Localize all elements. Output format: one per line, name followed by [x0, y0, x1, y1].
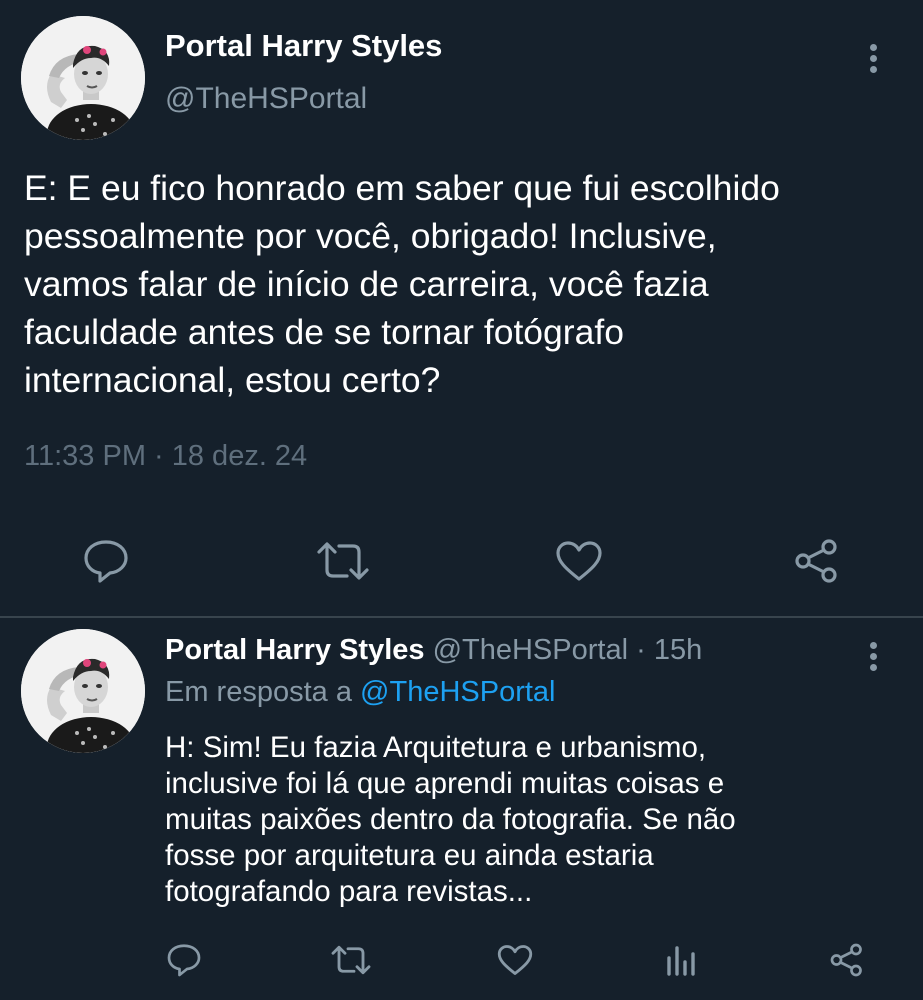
avatar-photo [21, 16, 145, 140]
tweet-text-line: faculdade antes de se tornar fotógrafo [24, 312, 624, 352]
tweet-text: E: E eu fico honrado em saber que fui es… [24, 164, 914, 404]
avatar[interactable] [21, 16, 145, 140]
tweet-text-line: pessoalmente por você, obrigado! Inclusi… [24, 216, 717, 256]
share-icon[interactable] [829, 942, 865, 978]
reply-text: H: Sim! Eu fazia Arquitetura e urbanismo… [165, 730, 905, 910]
separator-dot: · [636, 634, 646, 666]
more-options-icon[interactable] [861, 642, 885, 682]
tweet-text-line: internacional, estou certo? [24, 360, 441, 400]
reply-icon[interactable] [166, 942, 202, 978]
replying-to: Em resposta a @TheHSPortal [165, 676, 556, 709]
author-handle[interactable]: @TheHSPortal [165, 82, 367, 116]
reply-time[interactable]: 15h [654, 634, 702, 666]
reply-text-line: muitas paixões dentro da fotografia. Se … [165, 803, 736, 836]
reply-text-line: H: Sim! Eu fazia Arquitetura e urbanismo… [165, 731, 707, 764]
retweet-icon[interactable] [330, 944, 372, 976]
tweet-text-line: E: E eu fico honrado em saber que fui es… [24, 168, 780, 208]
replying-to-mention[interactable]: @TheHSPortal [360, 676, 555, 708]
tweet-timestamp[interactable]: 11:33 PM · 18 dez. 24 [24, 440, 307, 473]
tweet-text-line: vamos falar de início de carreira, você … [24, 264, 709, 304]
reply-text-line: fotografando para revistas... [165, 875, 533, 908]
more-options-icon[interactable] [861, 44, 885, 84]
avatar-photo [21, 629, 145, 753]
reply-icon[interactable] [82, 538, 130, 584]
reply-text-line: fosse por arquitetura eu ainda estaria [165, 839, 654, 872]
retweet-icon[interactable] [315, 540, 371, 582]
reply-header: Portal Harry Styles @TheHSPortal · 15h [165, 634, 702, 667]
like-icon[interactable] [555, 540, 603, 582]
author-name[interactable]: Portal Harry Styles [165, 28, 442, 64]
share-icon[interactable] [793, 538, 841, 584]
avatar[interactable] [21, 629, 145, 753]
replying-to-label: Em resposta a [165, 676, 352, 708]
author-handle[interactable]: @TheHSPortal [433, 634, 628, 666]
like-icon[interactable] [497, 944, 533, 976]
author-name[interactable]: Portal Harry Styles [165, 634, 425, 666]
reply-text-line: inclusive foi lá que aprendi muitas cois… [165, 767, 725, 800]
reply-tweet[interactable]: Portal Harry Styles @TheHSPortal · 15h E… [0, 618, 923, 1000]
analytics-icon[interactable] [665, 944, 697, 978]
main-tweet: Portal Harry Styles @TheHSPortal E: E eu… [0, 0, 923, 616]
